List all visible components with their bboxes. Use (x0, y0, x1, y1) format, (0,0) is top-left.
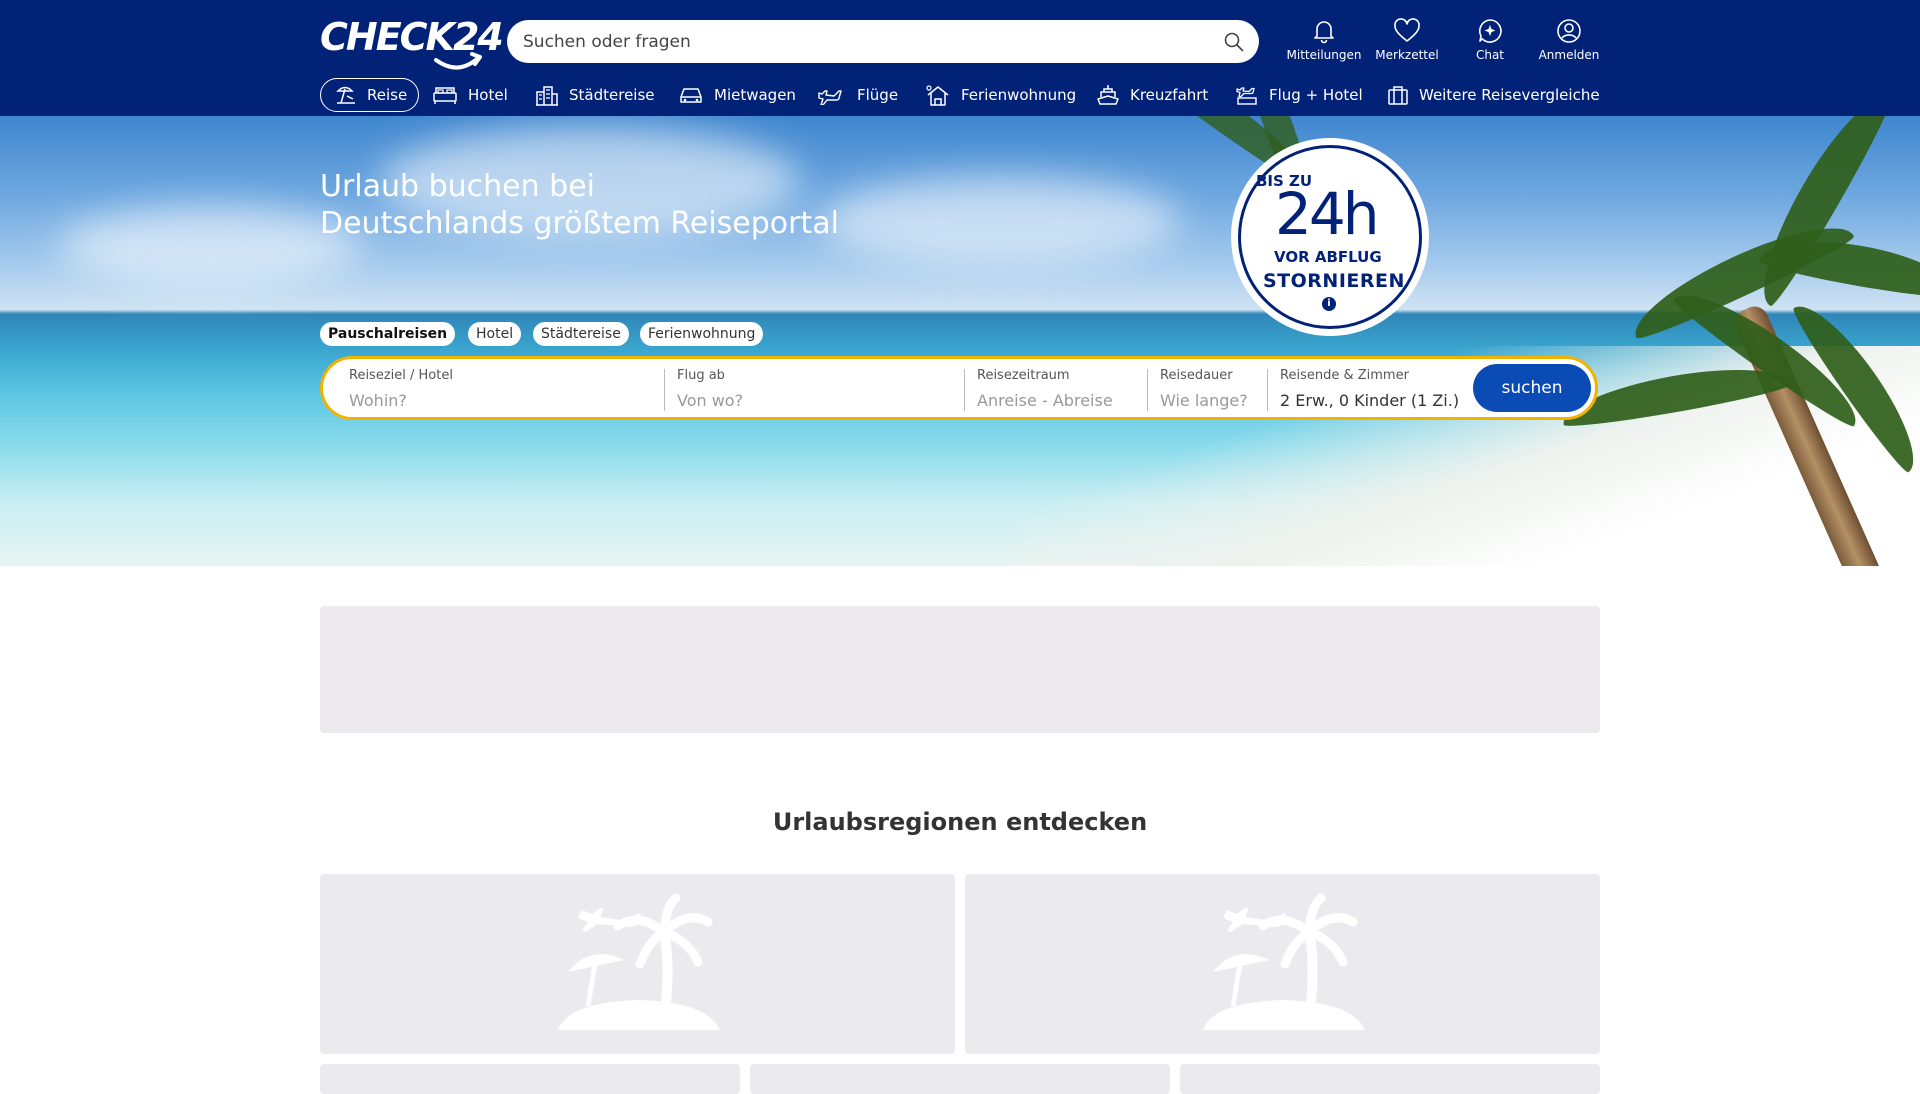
search-icon[interactable] (1223, 31, 1245, 53)
logo-arc-icon (434, 52, 482, 70)
chat-button[interactable]: Chat (1450, 18, 1530, 66)
nav-item-label: Flug + Hotel (1269, 86, 1363, 104)
regions-heading: Urlaubsregionen entdecken (772, 808, 1148, 836)
travel-period-label: Reisezeitraum (977, 368, 1070, 383)
travel-period-field[interactable]: Reisezeitraum Anreise - Abreise (977, 359, 1147, 417)
chat-label: Chat (1475, 48, 1505, 62)
region-card-placeholder[interactable] (320, 1064, 740, 1094)
nav-item-label: Reise (367, 86, 408, 104)
departure-label: Flug ab (677, 368, 725, 383)
duration-label: Reisedauer (1160, 368, 1233, 383)
travellers-field[interactable]: Reisende & Zimmer 2 Erw., 0 Kinder (1 Zi… (1280, 359, 1470, 417)
search-input[interactable] (523, 20, 1203, 63)
nav-item-label: Städtereise (569, 86, 655, 104)
info-icon[interactable]: i (1322, 297, 1336, 311)
ship-icon (1097, 85, 1119, 105)
region-card-placeholder[interactable] (965, 874, 1600, 1054)
departure-field[interactable]: Flug ab Von wo? (677, 359, 957, 417)
badge-line2: 24h (1275, 180, 1380, 248)
flight-hotel-icon (1236, 87, 1257, 105)
hero-title-line2: Deutschlands größtem Reiseportal (320, 206, 839, 241)
nav-item-fluege[interactable]: Flüge (817, 78, 898, 112)
island-placeholder-icon (557, 893, 720, 1030)
cloud (60, 206, 360, 286)
region-card-placeholder[interactable] (1180, 1064, 1600, 1094)
duration-input[interactable]: Wie lange? (1160, 391, 1248, 410)
divider (964, 369, 965, 411)
suitcase-icon (1388, 86, 1408, 105)
tab-pauschalreisen[interactable]: Pauschalreisen (320, 322, 456, 346)
global-search[interactable] (507, 20, 1259, 63)
duration-field[interactable]: Reisedauer Wie lange? (1160, 359, 1270, 417)
arrival-input[interactable]: Anreise (977, 391, 1037, 410)
nav-item-label: Hotel (468, 86, 508, 104)
wishlist-label: Merkzettel (1375, 48, 1439, 62)
destination-field[interactable]: Reiseziel / Hotel Wohin? (349, 359, 649, 417)
nav-item-mietwagen[interactable]: Mietwagen (678, 78, 796, 112)
user-icon (1557, 19, 1581, 43)
login-button[interactable]: Anmelden (1529, 18, 1609, 66)
bed-icon (433, 87, 457, 104)
destination-input[interactable]: Wohin? (349, 391, 407, 410)
bell-icon (1314, 21, 1334, 44)
nav-item-kreuzfahrt[interactable]: Kreuzfahrt (1096, 78, 1208, 112)
travel-search-form: Reiseziel / Hotel Wohin? Flug ab Von wo?… (320, 356, 1598, 420)
plane-icon (818, 90, 842, 105)
house-icon (926, 85, 949, 106)
tab-staedtereise[interactable]: Städtereise (533, 322, 629, 346)
login-label: Anmelden (1538, 48, 1600, 62)
nav-item-hotel[interactable]: Hotel (432, 78, 508, 112)
divider (664, 369, 665, 411)
departure-date-input[interactable]: - Abreise (1042, 391, 1113, 410)
travellers-value[interactable]: 2 Erw., 0 Kinder (1 Zi.) (1280, 391, 1459, 410)
divider (1147, 369, 1148, 411)
hero-title-line1: Urlaub buchen bei (320, 169, 596, 204)
nav-item-label: Weitere Reisevergleiche (1419, 86, 1600, 104)
search-submit-button[interactable]: suchen (1473, 364, 1591, 412)
nav-item-label: Mietwagen (714, 86, 796, 104)
top-header: CHECK24 Mitteilungen Merkzettel Chat (0, 0, 1920, 116)
hero-title: Urlaub buchen bei Deutschlands größtem R… (320, 168, 839, 242)
hero-banner: Urlaub buchen bei Deutschlands größtem R… (0, 116, 1920, 566)
content-placeholder (320, 606, 1600, 733)
check24-logo[interactable]: CHECK24 (320, 18, 504, 70)
region-card-placeholder[interactable] (320, 874, 955, 1054)
region-card-placeholder[interactable] (750, 1064, 1170, 1094)
notifications-label: Mitteilungen (1286, 48, 1362, 62)
car-icon (680, 88, 702, 103)
travellers-label: Reisende & Zimmer (1280, 368, 1409, 383)
nav-item-label: Kreuzfahrt (1130, 86, 1209, 104)
chat-icon (1478, 19, 1502, 43)
destination-label: Reiseziel / Hotel (349, 368, 453, 383)
nav-item-label: Flüge (857, 86, 899, 104)
beach-icon (336, 86, 355, 104)
wishlist-button[interactable]: Merkzettel (1367, 18, 1447, 66)
city-icon (536, 86, 558, 106)
nav-item-label: Ferienwohnung (961, 86, 1077, 104)
cloud (820, 176, 1180, 266)
badge-line4: STORNIEREN (1263, 270, 1405, 292)
tab-hotel[interactable]: Hotel (468, 322, 522, 346)
notifications-button[interactable]: Mitteilungen (1284, 18, 1364, 66)
badge-line3: VOR ABFLUG (1274, 248, 1382, 266)
cancellation-badge[interactable]: BIS ZU 24h VOR ABFLUG STORNIEREN i (1231, 138, 1429, 336)
nav-item-staedtereise[interactable]: Städtereise (535, 78, 655, 112)
nav-item-flug-hotel[interactable]: Flug + Hotel (1235, 78, 1363, 112)
heart-icon (1394, 18, 1420, 42)
island-placeholder-icon (1202, 893, 1365, 1030)
departure-input[interactable]: Von wo? (677, 391, 743, 410)
tab-ferienwohnung[interactable]: Ferienwohnung (640, 322, 764, 346)
nav-item-ferienwohnung[interactable]: Ferienwohnung (925, 78, 1076, 112)
nav-item-reise[interactable]: Reise (320, 78, 420, 112)
divider (1267, 369, 1268, 411)
nav-item-weitere[interactable]: Weitere Reisevergleiche (1387, 78, 1600, 112)
